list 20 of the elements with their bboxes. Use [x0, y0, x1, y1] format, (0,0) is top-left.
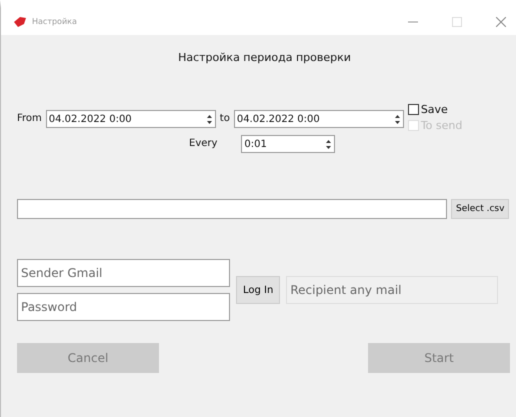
- spin-arrows-icon[interactable]: [325, 138, 332, 150]
- date-time-field[interactable]: 04.02.2022 0:00: [46, 110, 216, 128]
- from-label: From: [17, 112, 42, 126]
- login-button[interactable]: Log In: [236, 276, 280, 304]
- every-label: Every: [189, 137, 218, 151]
- date-time-field[interactable]: 04.02.2022 0:00: [234, 110, 404, 128]
- heading: Настройка периода проверки: [177, 51, 352, 64]
- interval-field[interactable]: 0:01: [241, 135, 336, 153]
- to-label: to: [220, 112, 230, 126]
- close-icon[interactable]: [496, 16, 506, 26]
- file-path-field[interactable]: [17, 199, 447, 219]
- checkbox[interactable]: [408, 104, 419, 115]
- spin-arrows-icon[interactable]: [394, 114, 401, 124]
- password-field[interactable]: Password: [17, 293, 230, 321]
- sender-email-field[interactable]: Sender Gmail: [17, 259, 230, 287]
- checkbox-label: Save: [420, 103, 448, 116]
- app-icon: [13, 16, 27, 28]
- spin-arrows-icon[interactable]: [206, 114, 213, 124]
- select-csv-button[interactable]: Select .csv: [451, 199, 510, 219]
- window-title: Настройка: [32, 17, 77, 26]
